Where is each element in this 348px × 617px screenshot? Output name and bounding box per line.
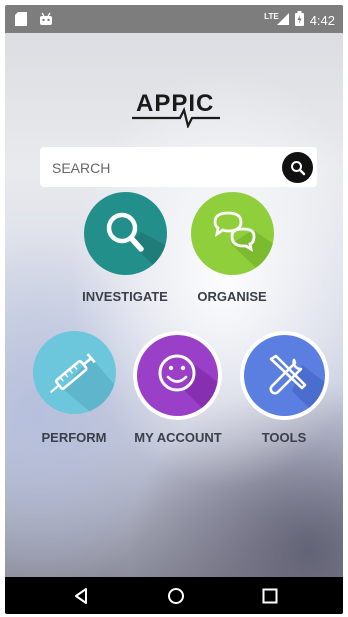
status-bar: LTE 4:42 xyxy=(5,5,343,33)
home-button[interactable] xyxy=(165,585,187,607)
sd-card-icon xyxy=(15,12,27,31)
investigate-button[interactable] xyxy=(84,192,167,275)
my-account-button[interactable] xyxy=(133,331,222,420)
tools-label: TOOLS xyxy=(261,430,307,445)
organise-button[interactable] xyxy=(191,192,274,275)
smiley-icon xyxy=(158,354,218,416)
app-logo: APPIC xyxy=(132,80,226,130)
android-icon xyxy=(39,12,53,31)
recents-icon xyxy=(262,588,278,604)
recents-button[interactable] xyxy=(259,585,281,607)
clock: 4:42 xyxy=(309,12,335,28)
search-bar xyxy=(40,147,317,189)
back-button[interactable] xyxy=(71,585,93,607)
heartbeat-line-icon xyxy=(132,106,220,128)
syringe-icon xyxy=(49,353,116,414)
search-icon xyxy=(290,160,305,175)
navigation-bar xyxy=(5,577,343,614)
network-type: LTE xyxy=(264,11,279,21)
back-icon xyxy=(75,588,87,604)
organise-label: ORGANISE xyxy=(197,289,267,304)
search-button[interactable] xyxy=(282,152,313,183)
home-screen: APPIC INVESTIGATE xyxy=(5,33,343,577)
perform-button[interactable] xyxy=(33,331,116,414)
wrench-screwdriver-icon xyxy=(269,354,325,416)
home-icon xyxy=(168,588,184,604)
phone-screen: LTE 4:42 APPIC SEARCH INVESTIGATE ORGANI… xyxy=(5,5,343,614)
tools-button[interactable] xyxy=(240,331,329,420)
battery-icon xyxy=(294,11,304,29)
search-input[interactable] xyxy=(50,147,274,189)
magnifier-icon xyxy=(106,212,167,275)
chat-bubbles-icon xyxy=(213,211,274,275)
